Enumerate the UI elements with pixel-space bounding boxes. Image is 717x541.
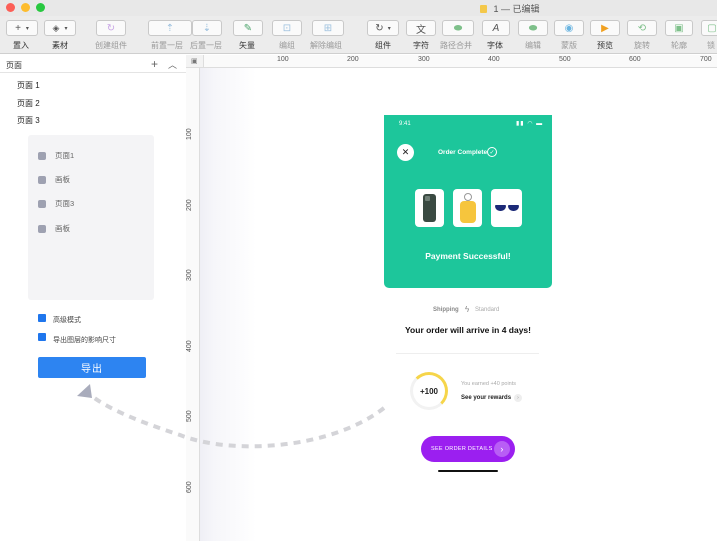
- home-indicator: [438, 470, 498, 472]
- earned-points-text: You earned +40 points: [461, 381, 516, 387]
- status-icons: ▮▮ ◠ ▬: [516, 121, 544, 127]
- chevron-right-icon: ›: [494, 441, 510, 457]
- close-icon[interactable]: ✕: [397, 144, 414, 161]
- divider: [396, 353, 539, 354]
- arrival-text: Your order will arrive in 4 days!: [405, 325, 531, 335]
- shipping-standard: Standard: [475, 307, 500, 313]
- payment-success-text: Payment Successful!: [425, 251, 511, 261]
- rewards-link[interactable]: See your rewards: [461, 395, 511, 401]
- product-phone: [415, 189, 444, 227]
- shipping-label: Shipping: [433, 307, 459, 313]
- check-circle-icon: ✓: [487, 147, 497, 157]
- arrowhead-icon: [77, 384, 92, 398]
- phone-image-icon: [423, 194, 436, 222]
- lightning-icon: ϟ: [465, 305, 470, 314]
- chevron-right-icon[interactable]: ›: [514, 394, 522, 402]
- points-ring: +100: [410, 372, 448, 410]
- status-time: 9:41: [399, 121, 411, 127]
- see-order-details-button[interactable]: SEE ORDER DETAILS ›: [421, 436, 515, 462]
- sunglasses-image-icon: [494, 205, 519, 211]
- product-sunglasses: [491, 189, 522, 227]
- product-keychain: [453, 189, 482, 227]
- dashed-arrow: [77, 384, 386, 449]
- order-complete-artboard[interactable]: 9:41 ▮▮ ◠ ▬ ✕ Order Complete ✓ Payment S…: [384, 115, 552, 288]
- keychain-image-icon: [459, 193, 476, 223]
- dashed-curve: [86, 391, 386, 449]
- order-complete-title: Order Complete: [438, 149, 488, 156]
